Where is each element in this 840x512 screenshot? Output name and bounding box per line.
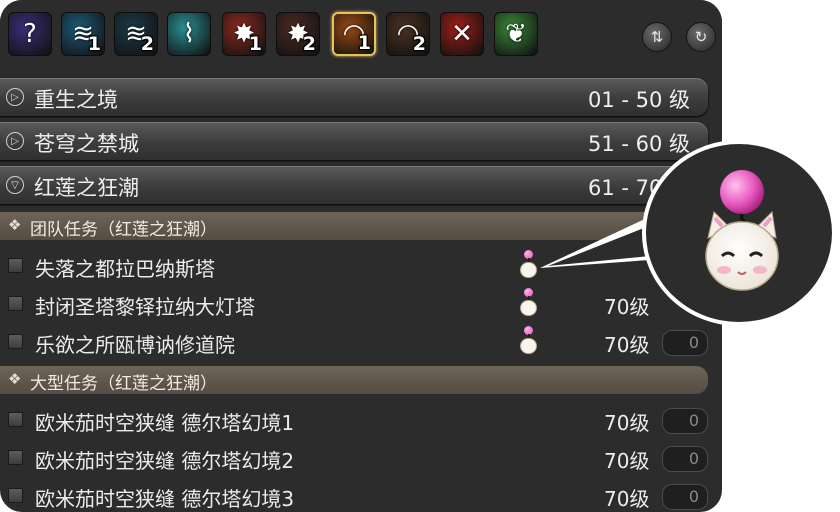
moogle-icon-enlarged [705,170,779,291]
